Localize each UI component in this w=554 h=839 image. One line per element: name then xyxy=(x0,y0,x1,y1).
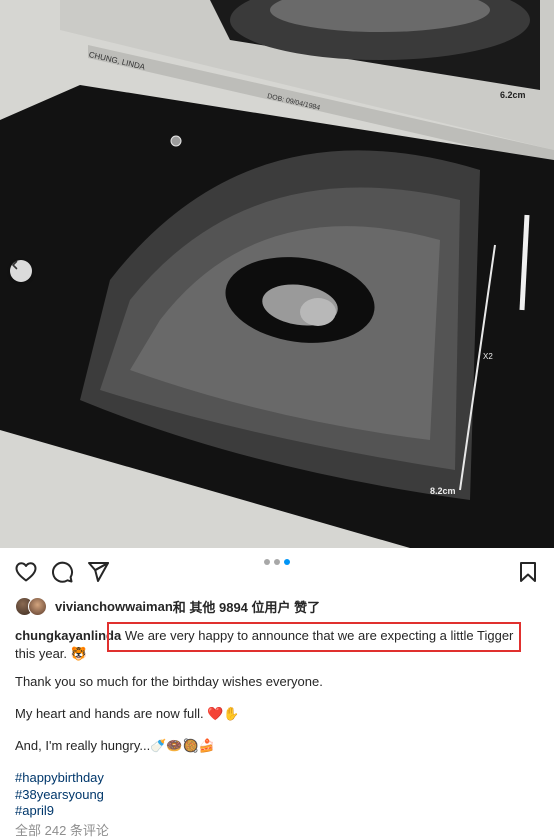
liker-avatars xyxy=(15,596,51,616)
ultrasound-image xyxy=(0,0,554,548)
highlight-annotation xyxy=(107,622,521,652)
likes-summary: vivianchowwaiman 和 其他 9894 位用户 赞了 xyxy=(15,596,320,616)
post-actions xyxy=(14,560,540,586)
scale-bottom-label: 8.2cm xyxy=(430,486,456,496)
bookmark-icon[interactable] xyxy=(516,560,540,584)
share-icon[interactable] xyxy=(86,560,110,584)
hashtag-link[interactable]: #happybirthday xyxy=(15,769,535,787)
zoom-marker-label: X2 xyxy=(483,352,493,361)
comment-icon[interactable] xyxy=(50,560,74,584)
carousel-prev-button[interactable] xyxy=(10,260,32,282)
caption-heart-line: My heart and hands are now full. ❤️✋ xyxy=(15,706,240,721)
avatar[interactable] xyxy=(28,597,47,616)
caption-thanks-line: Thank you so much for the birthday wishe… xyxy=(15,674,323,689)
chevron-left-icon xyxy=(12,260,18,270)
caption-username[interactable]: chungkayanlinda xyxy=(15,628,121,643)
heart-icon[interactable] xyxy=(14,560,38,584)
likes-count-text[interactable]: 和 其他 9894 位用户 赞了 xyxy=(173,597,320,616)
view-all-comments-link[interactable]: 全部 242 条评论 xyxy=(15,820,109,839)
hashtag-link[interactable]: #april9 xyxy=(15,802,535,820)
caption-hungry-line: And, I'm really hungry...🍼🍩🥘🍰 xyxy=(15,738,215,753)
liker-username[interactable]: vivianchowwaiman xyxy=(55,599,173,614)
post-photo[interactable]: CHUNG, LINDA DOB: 09/04/1984 6.2cm 8.2cm… xyxy=(0,0,554,548)
scale-top-label: 6.2cm xyxy=(500,90,526,100)
